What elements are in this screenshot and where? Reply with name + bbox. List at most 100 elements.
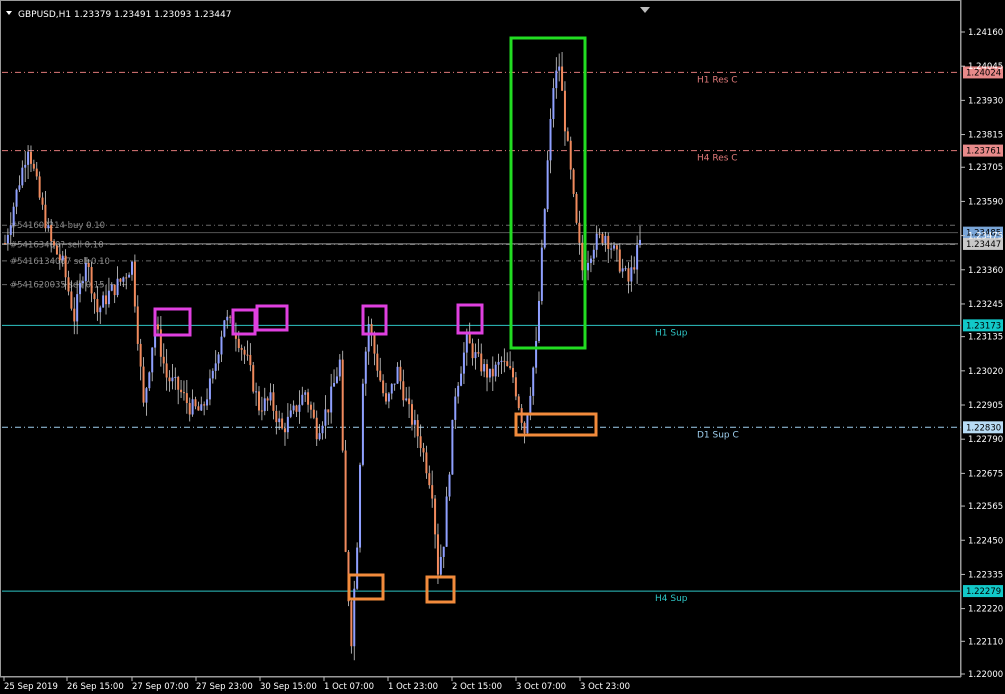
- y-tick-label: 1.23475: [968, 232, 1003, 242]
- candle: [387, 391, 390, 409]
- candle: [180, 380, 183, 398]
- candle: [289, 403, 292, 419]
- candle: [136, 295, 139, 351]
- candle: [90, 261, 93, 303]
- annotation-rect[interactable]: [255, 304, 289, 332]
- symbol-menu-icon[interactable]: [6, 11, 12, 15]
- candle: [552, 78, 555, 128]
- x-tick-label: 1 Oct 23:00: [388, 682, 438, 692]
- time-axis: 25 Sep 2019 26 Sep 15:00 27 Sep 07:00 27 Se…: [3, 677, 630, 692]
- candle: [540, 239, 543, 305]
- candle: [79, 273, 82, 303]
- candle: [107, 277, 110, 308]
- candle: [128, 272, 131, 278]
- candle: [333, 369, 336, 387]
- candle: [385, 382, 387, 405]
- candle: [639, 226, 641, 248]
- candle: [587, 250, 590, 281]
- candle: [125, 273, 128, 290]
- y-tick-label: 1.22220: [968, 605, 1003, 615]
- y-tick-label: 1.22790: [968, 435, 1003, 445]
- candle: [526, 414, 529, 436]
- order-label: #54160?214 buy 0.10: [10, 221, 105, 231]
- candle: [321, 421, 324, 440]
- candle: [194, 396, 197, 410]
- candle: [208, 369, 211, 406]
- candle: [182, 380, 185, 401]
- y-tick-label: 1.23360: [968, 266, 1003, 276]
- candle: [604, 231, 607, 252]
- level-label: H1 Sup: [655, 328, 688, 338]
- candle: [171, 364, 174, 390]
- candle: [569, 136, 572, 180]
- y-tick-label: 1.24160: [968, 28, 1003, 38]
- candle: [558, 53, 561, 82]
- candle: [535, 326, 538, 374]
- candle: [512, 361, 514, 383]
- candle: [330, 373, 333, 424]
- candle: [436, 523, 439, 585]
- candle: [408, 386, 411, 418]
- candle: [627, 262, 630, 294]
- candle: [561, 51, 564, 91]
- candle: [44, 190, 47, 232]
- candle: [148, 371, 151, 391]
- candle: [460, 366, 463, 387]
- candle: [520, 404, 523, 431]
- candle: [382, 374, 385, 397]
- candle: [255, 382, 258, 406]
- annotation-rect[interactable]: [361, 304, 388, 336]
- annotation-rect[interactable]: [425, 575, 456, 604]
- candle: [67, 270, 70, 296]
- candle: [335, 367, 338, 384]
- symbol-info: GBPUSD,H1 1.23379 1.23491 1.23093 1.2344…: [18, 10, 231, 20]
- candle: [307, 388, 310, 413]
- candle: [12, 202, 15, 237]
- candle: [197, 401, 200, 411]
- candle: [546, 150, 549, 213]
- candle: [6, 228, 9, 251]
- candle: [217, 352, 220, 371]
- candle: [607, 232, 610, 263]
- candle: [122, 276, 125, 288]
- y-tick-label: 1.24045: [968, 62, 1003, 72]
- candle: [517, 393, 520, 411]
- candle: [589, 255, 592, 273]
- level-label: H1 Res C: [697, 75, 738, 85]
- candle: [624, 265, 627, 272]
- candle: [636, 235, 639, 284]
- price-chart[interactable]: H1 Res C1.24024H4 Res C1.23761H1 Sup1.23…: [0, 0, 1005, 694]
- candle: [618, 243, 621, 274]
- candle: [263, 387, 266, 416]
- x-tick-label: 30 Sep 15:00: [260, 682, 317, 692]
- candle: [457, 382, 460, 404]
- candle: [448, 471, 451, 501]
- x-tick-label: 1 Oct 07:00: [324, 682, 374, 692]
- candle: [592, 245, 595, 265]
- levels-layer: H1 Res C1.24024H4 Res C1.23761H1 Sup1.23…: [2, 66, 1003, 604]
- candle: [532, 366, 535, 405]
- candle: [174, 367, 177, 390]
- candle: [523, 421, 526, 444]
- candle: [451, 419, 454, 475]
- candle: [229, 315, 232, 324]
- candle: [370, 318, 373, 347]
- candle: [428, 465, 431, 489]
- candle: [203, 401, 206, 416]
- candle: [419, 424, 422, 457]
- candle: [15, 188, 18, 215]
- candle: [549, 108, 552, 174]
- candle: [364, 346, 367, 396]
- candle: [396, 362, 399, 385]
- candle: [491, 356, 494, 391]
- candle: [119, 277, 122, 286]
- candle: [162, 343, 165, 374]
- candle: [480, 343, 483, 376]
- scroll-marker-icon[interactable]: [640, 7, 650, 13]
- level-price-tag-text: 1.22830: [966, 423, 1001, 433]
- candle: [477, 338, 480, 357]
- candle: [139, 338, 142, 381]
- y-tick-label: 1.23705: [968, 163, 1003, 173]
- chart-frame: [0, 0, 961, 677]
- candle: [471, 338, 474, 366]
